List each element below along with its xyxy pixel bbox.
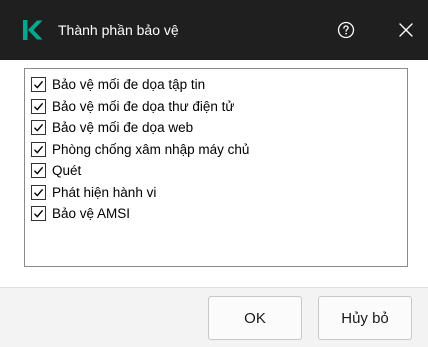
kaspersky-logo-icon: [23, 20, 43, 40]
checkmark-icon: [34, 102, 44, 111]
protection-components-list: Bảo vệ mối đe dọa tập tin Bảo vệ mối đe d…: [24, 68, 408, 267]
component-label: Bảo vệ mối đe dọa web: [52, 120, 194, 136]
close-button[interactable]: [390, 14, 422, 46]
checkbox[interactable]: [31, 141, 46, 157]
checkbox[interactable]: [31, 184, 46, 200]
dialog-window: Thành phần bảo vệ Bảo vệ mối đe dọa tập …: [0, 0, 428, 347]
component-label: Phát hiện hành vi: [52, 184, 157, 200]
checkmark-icon: [34, 145, 44, 154]
title-bar: Thành phần bảo vệ: [0, 0, 428, 60]
checkbox[interactable]: [31, 98, 46, 114]
checkbox[interactable]: [31, 163, 46, 179]
checkbox[interactable]: [31, 77, 46, 93]
close-icon: [399, 23, 413, 37]
component-item[interactable]: Bảo vệ mối đe dọa tập tin: [25, 74, 407, 96]
component-item[interactable]: Bảo vệ AMSI: [25, 203, 407, 225]
dialog-footer: OK Hủy bỏ: [0, 287, 428, 347]
checkmark-icon: [34, 188, 44, 197]
component-label: Phòng chống xâm nhập máy chủ: [52, 141, 250, 157]
checkmark-icon: [34, 81, 44, 89]
component-label: Bảo vệ AMSI: [52, 206, 131, 222]
ok-button[interactable]: OK: [208, 296, 302, 340]
component-label: Quét: [52, 163, 82, 179]
component-item[interactable]: Phòng chống xâm nhập máy chủ: [25, 139, 407, 161]
component-item[interactable]: Bảo vệ mối đe dọa web: [25, 117, 407, 139]
component-label: Bảo vệ mối đe dọa thư điện tử: [52, 98, 235, 114]
dialog-content: Bảo vệ mối đe dọa tập tin Bảo vệ mối đe d…: [0, 60, 428, 287]
component-item[interactable]: Quét: [25, 160, 407, 182]
checkbox[interactable]: [31, 206, 46, 222]
component-label: Bảo vệ mối đe dọa tập tin: [52, 77, 206, 93]
component-item[interactable]: Bảo vệ mối đe dọa thư điện tử: [25, 96, 407, 118]
help-circle-icon: [337, 21, 355, 39]
cancel-button[interactable]: Hủy bỏ: [318, 296, 412, 340]
checkbox[interactable]: [31, 120, 46, 136]
checkmark-icon: [34, 167, 44, 175]
checkmark-icon: [34, 124, 44, 132]
help-button[interactable]: [330, 14, 362, 46]
component-item[interactable]: Phát hiện hành vi: [25, 182, 407, 204]
checkmark-icon: [34, 210, 44, 218]
dialog-title: Thành phần bảo vệ: [58, 22, 179, 38]
